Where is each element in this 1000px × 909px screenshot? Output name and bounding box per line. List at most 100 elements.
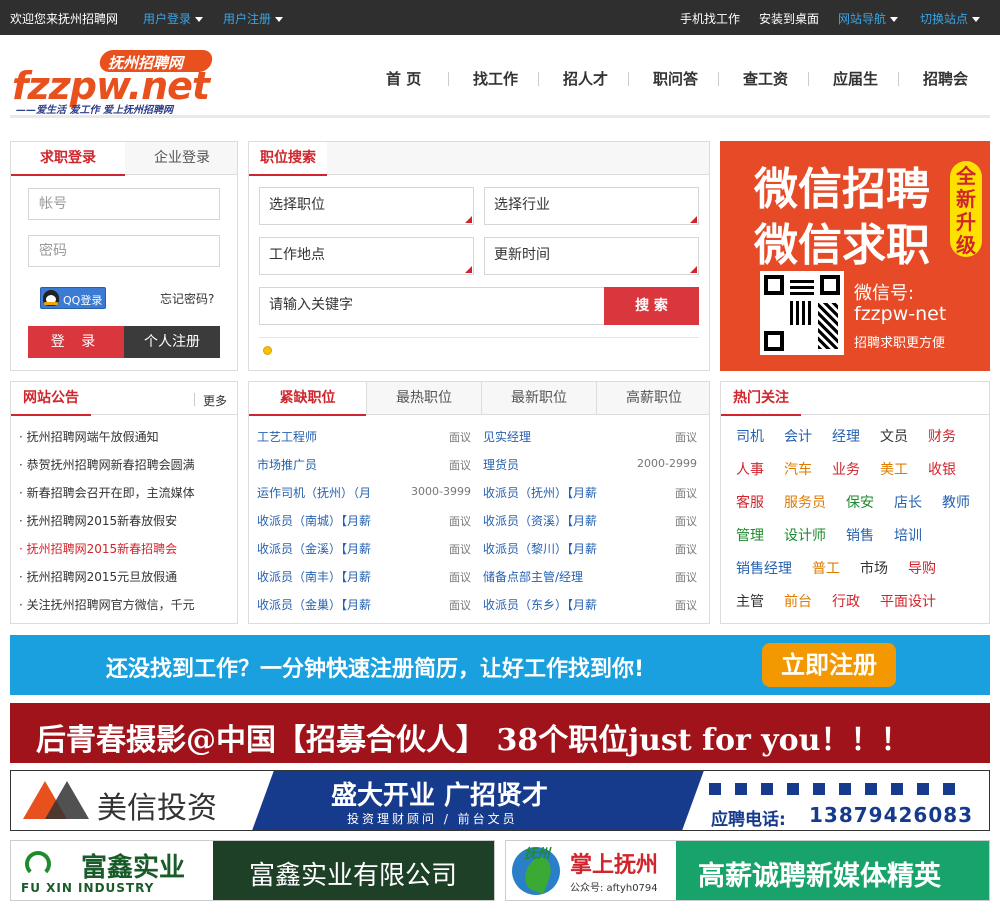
keyword-input[interactable]: 请输入关键字 (259, 287, 605, 325)
tab-company-login[interactable]: 企业登录 (125, 142, 239, 175)
hot-keyword[interactable]: 文员 (880, 426, 908, 446)
job-title-link[interactable]: 收派员（东乡）【月薪 (483, 596, 597, 613)
fuxin-banner[interactable]: 富鑫实业 FU XIN INDUSTRY 富鑫实业有限公司 (10, 840, 495, 901)
nav-find-job[interactable]: 找工作 (473, 68, 518, 89)
register-banner[interactable]: 还没找到工作？一分钟快速注册简历，让好工作找到你! 立即注册 (10, 635, 990, 695)
job-title-link[interactable]: 收派员（金溪）【月薪 (257, 540, 371, 557)
tab-urgent-jobs[interactable]: 紧缺职位 (249, 382, 366, 416)
job-category-select[interactable]: 选择职位 (259, 187, 474, 225)
tab-high-salary-jobs[interactable]: 高薪职位 (596, 382, 711, 415)
hot-keyword[interactable]: 经理 (832, 426, 860, 446)
search-button[interactable]: 搜 索 (604, 287, 699, 325)
notice-item[interactable]: · 抚州招聘网2015新春招聘会 (19, 540, 177, 557)
hot-keyword[interactable]: 设计师 (784, 525, 826, 545)
password-field[interactable]: 密码 (28, 235, 220, 267)
qq-penguin-icon (43, 290, 59, 306)
tab-hot-jobs[interactable]: 最热职位 (366, 382, 481, 415)
user-register-menu[interactable]: 用户注册 (223, 10, 284, 27)
job-title-link[interactable]: 市场推广员 (257, 456, 317, 473)
notice-item[interactable]: · 新春招聘会召开在即，主流媒体 (19, 484, 195, 501)
nav-qa[interactable]: 职问答 (653, 68, 698, 89)
hot-keyword[interactable]: 普工 (812, 558, 840, 578)
hot-keyword[interactable]: 服务员 (784, 492, 826, 512)
notice-item[interactable]: · 抚州招聘网2015元旦放假通 (19, 568, 177, 585)
hot-keyword[interactable]: 人事 (736, 459, 764, 479)
nav-salary[interactable]: 查工资 (743, 68, 788, 89)
fuxin-name-cn: 富鑫实业 (81, 853, 186, 883)
hot-keyword[interactable]: 司机 (736, 426, 764, 446)
hot-keyword[interactable]: 导购 (908, 558, 936, 578)
photo-recruit-banner[interactable]: 后青春摄影@中国【招募合伙人】 38个职位just for you！！！ (10, 703, 990, 763)
dropdown-corner-icon (465, 216, 472, 223)
install-desktop-link[interactable]: 安装到桌面 (759, 10, 819, 27)
notice-item[interactable]: · 抚州招聘网端午放假通知 (19, 428, 159, 445)
user-login-menu[interactable]: 用户登录 (143, 10, 204, 27)
job-title-link[interactable]: 工艺工程师 (257, 428, 317, 445)
zsfz-name: 掌上抚州 (570, 853, 659, 878)
chevron-down-icon (972, 17, 981, 22)
meixin-banner[interactable]: 美信投资 盛大开业 广招贤才 投资理财顾问 / 前台文员 应聘电话: 13879… (10, 770, 990, 831)
job-title-link[interactable]: 收派员（金巢）【月薪 (257, 596, 371, 613)
hot-keyword[interactable]: 教师 (942, 492, 970, 512)
job-title-link[interactable]: 储备点部主管/经理 (483, 568, 583, 585)
jobs-tabs: 紧缺职位 最热职位 最新职位 高薪职位 (249, 382, 711, 416)
hot-keyword[interactable]: 财务 (928, 426, 956, 446)
notice-item[interactable]: · 关注抚州招聘网官方微信，千元 (19, 596, 195, 613)
industry-select[interactable]: 选择行业 (484, 187, 699, 225)
account-field[interactable]: 帐号 (28, 188, 220, 220)
hot-keyword[interactable]: 主管 (736, 591, 764, 611)
notice-item[interactable]: · 抚州招聘网2015新春放假安 (19, 512, 177, 529)
hot-keyword[interactable]: 行政 (832, 591, 860, 611)
hot-keyword[interactable]: 前台 (784, 591, 812, 611)
hot-topics-panel: 热门关注 司机 会计 经理 文员 财务 人事 汽车 业务 美工 收银 客服 服务员 保安 店长 教师 管理 设计… (720, 381, 990, 624)
hot-keyword[interactable]: 市场 (860, 558, 888, 578)
nav-graduates[interactable]: 应届生 (833, 68, 878, 89)
tab-new-jobs[interactable]: 最新职位 (481, 382, 596, 415)
login-button[interactable]: 登 录 (28, 326, 124, 358)
hot-keyword[interactable]: 美工 (880, 459, 908, 479)
job-title-link[interactable]: 收派员（南丰）【月薪 (257, 568, 371, 585)
switch-site-menu[interactable]: 切换站点 (920, 10, 981, 27)
job-title-link[interactable]: 收派员（资溪）【月薪 (483, 512, 597, 529)
zsfz-banner[interactable]: 抚州 掌上抚州 公众号: aftyh0794 高薪诚聘新媒体精英 (505, 840, 990, 901)
job-title-link[interactable]: 见实经理 (483, 428, 531, 445)
forgot-password-link[interactable]: 忘记密码? (160, 290, 214, 307)
nav-divider (898, 72, 899, 86)
hot-keyword[interactable]: 业务 (832, 459, 860, 479)
site-logo[interactable]: 抚州招聘网 fzzpw.net ——爱生活 爱工作 爱上抚州招聘网 (12, 50, 218, 116)
logo-slogan: ——爱生活 爱工作 爱上抚州招聘网 (16, 105, 173, 116)
notice-item[interactable]: · 恭贺抚州招聘网新春招聘会圆满 (19, 456, 195, 473)
nav-home[interactable]: 首 页 (386, 68, 421, 89)
register-now-button[interactable]: 立即注册 (762, 643, 896, 687)
lightbulb-icon (263, 346, 272, 355)
wechat-recruit-ad[interactable]: 微信招聘 微信求职 全新升级 微信号: fzzpw-net 招聘求职更方便 (720, 141, 990, 371)
hot-keyword[interactable]: 销售经理 (736, 558, 792, 578)
update-time-select[interactable]: 更新时间 (484, 237, 699, 275)
hot-keyword[interactable]: 客服 (736, 492, 764, 512)
ad-line-2: 微信求职 (754, 220, 930, 271)
notice-more-link[interactable]: 更多 (203, 392, 227, 409)
mobile-jobs-link[interactable]: 手机找工作 (680, 10, 740, 27)
hot-keyword[interactable]: 会计 (784, 426, 812, 446)
wechat-id-label: 微信号: (854, 283, 915, 304)
site-nav-menu[interactable]: 网站导航 (838, 10, 899, 27)
hot-keyword[interactable]: 销售 (846, 525, 874, 545)
nav-job-fair[interactable]: 招聘会 (923, 68, 968, 89)
hot-keyword[interactable]: 店长 (894, 492, 922, 512)
hot-keyword[interactable]: 汽车 (784, 459, 812, 479)
hot-keyword[interactable]: 保安 (846, 492, 874, 512)
location-select[interactable]: 工作地点 (259, 237, 474, 275)
job-title-link[interactable]: 运作司机（抚州）（月 (257, 484, 371, 501)
qq-login-button[interactable]: QQ登录 (40, 287, 106, 309)
job-title-link[interactable]: 收派员（黎川）【月薪 (483, 540, 597, 557)
hot-keyword[interactable]: 管理 (736, 525, 764, 545)
register-button[interactable]: 个人注册 (124, 326, 220, 358)
job-title-link[interactable]: 收派员（抚州）【月薪 (483, 484, 597, 501)
hot-keyword[interactable]: 平面设计 (880, 591, 936, 611)
hot-keyword[interactable]: 收银 (928, 459, 956, 479)
job-title-link[interactable]: 理货员 (483, 456, 519, 473)
hot-keyword[interactable]: 培训 (894, 525, 922, 545)
nav-recruit[interactable]: 招人才 (563, 68, 608, 89)
job-title-link[interactable]: 收派员（南城）【月薪 (257, 512, 371, 529)
tab-personal-login[interactable]: 求职登录 (11, 142, 125, 176)
